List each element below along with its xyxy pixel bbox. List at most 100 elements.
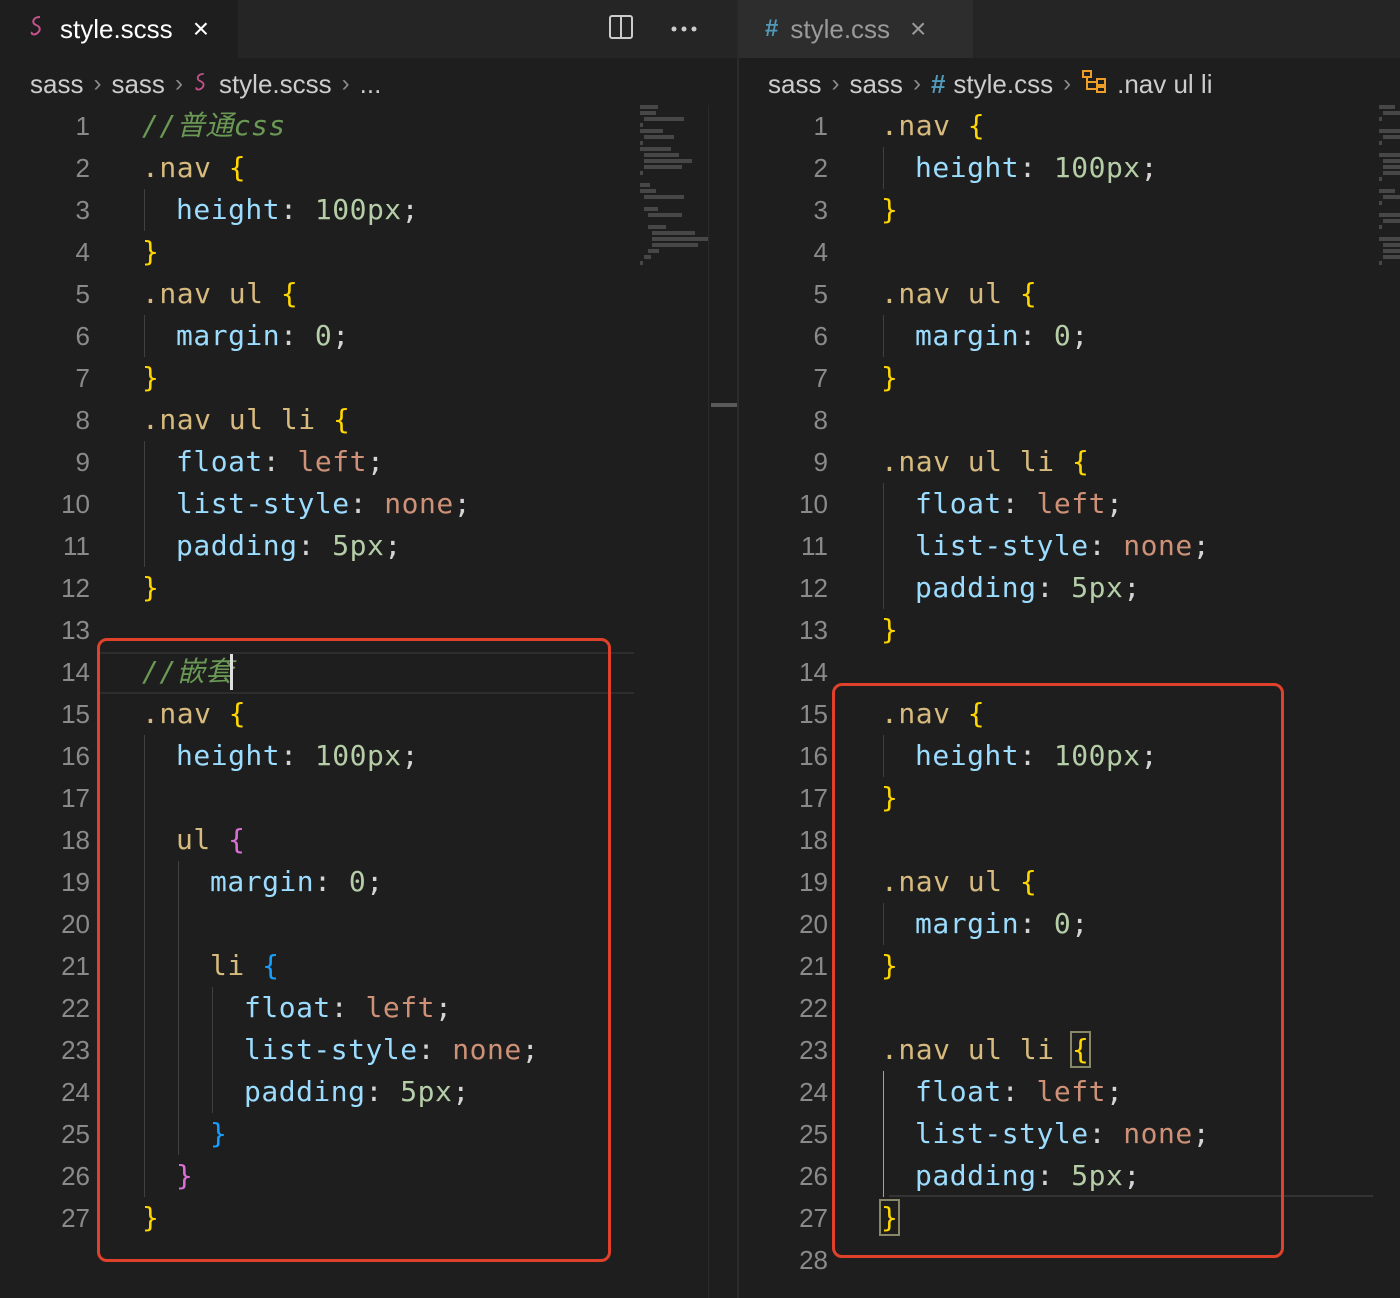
breadcrumb-item[interactable]: ...	[360, 69, 382, 100]
line-number: 23	[799, 1035, 828, 1065]
code-line[interactable]: 8 .nav ul li {	[0, 399, 737, 441]
line-number: 4	[813, 237, 828, 267]
scroll-thumb[interactable]	[711, 403, 737, 407]
minimap-line	[1379, 261, 1382, 265]
line-number: 8	[813, 405, 828, 435]
code-token: margin	[915, 319, 1020, 352]
line-number: 25	[61, 1119, 90, 1149]
minimap-line	[1379, 153, 1400, 157]
css-hash-icon: #	[765, 15, 779, 42]
code-token: 100px	[314, 193, 402, 226]
tab-label: style.css	[790, 13, 891, 44]
code-line[interactable]: 13}	[739, 609, 1400, 651]
code-token: ;	[401, 193, 420, 226]
code-line[interactable]: 2 .nav {	[0, 147, 737, 189]
tab-style-css[interactable]: # style.css ×	[739, 0, 973, 58]
code-line[interactable]: 6 margin: 0;	[739, 315, 1400, 357]
code-token: padding	[915, 571, 1037, 604]
highlight-box-compiled	[832, 683, 1284, 1258]
left-editor-pane: style.scss × sass › sass › style.scss › …	[0, 0, 737, 1298]
breadcrumb-item[interactable]: style.scss	[219, 69, 332, 100]
breadcrumb-item[interactable]: .nav ul li	[1117, 69, 1212, 100]
breadcrumb-item[interactable]: style.css	[953, 69, 1053, 100]
code-line[interactable]: 3}	[739, 189, 1400, 231]
code-token: height	[915, 151, 1020, 184]
code-text: height: 100px;	[915, 147, 1158, 189]
code-token: padding	[176, 529, 298, 562]
minimap-line	[1383, 171, 1400, 175]
line-number: 13	[61, 615, 90, 645]
minimap[interactable]	[640, 105, 709, 267]
line-number: 20	[799, 909, 828, 939]
close-icon[interactable]: ×	[910, 13, 926, 45]
code-token: }	[881, 613, 899, 646]
code-token: :	[1019, 151, 1054, 184]
minimap-line	[1379, 105, 1395, 109]
code-line[interactable]: 7}	[0, 357, 737, 399]
breadcrumb-item[interactable]: sass	[111, 69, 164, 100]
code-line[interactable]: 5 .nav ul {	[739, 273, 1400, 315]
more-actions-icon[interactable]	[670, 20, 698, 38]
line-number: 28	[799, 1245, 828, 1275]
code-line[interactable]: 1 //普通css	[0, 105, 737, 147]
line-number: 17	[61, 783, 90, 813]
minimap-line	[1383, 135, 1400, 139]
code-line[interactable]: 5 .nav ul {	[0, 273, 737, 315]
code-token: .nav ul	[142, 277, 281, 310]
code-token: }	[881, 361, 899, 394]
line-number: 24	[799, 1077, 828, 1107]
code-token: }	[881, 193, 899, 226]
minimap-line	[1379, 189, 1395, 193]
code-line[interactable]: 12}	[0, 567, 737, 609]
code-text: }	[881, 357, 898, 399]
code-line[interactable]: 11 list-style: none;	[739, 525, 1400, 567]
code-line[interactable]: 10 list-style: none;	[0, 483, 737, 525]
line-number: 26	[799, 1161, 828, 1191]
code-token: none	[384, 487, 454, 520]
minimap-line	[644, 117, 685, 121]
code-line[interactable]: 11 padding: 5px;	[0, 525, 737, 567]
split-editor-icon[interactable]	[608, 14, 634, 45]
code-token: {	[228, 151, 247, 184]
code-line[interactable]: 4}	[0, 231, 737, 273]
code-token: ;	[384, 529, 402, 562]
close-icon[interactable]: ×	[193, 13, 209, 45]
code-line[interactable]: 4	[739, 231, 1400, 273]
breadcrumb-item[interactable]: sass	[849, 69, 902, 100]
code-line[interactable]: 9 .nav ul li {	[739, 441, 1400, 483]
line-number: 19	[61, 867, 90, 897]
code-token: {	[1019, 277, 1038, 310]
minimap-line	[652, 243, 698, 247]
chevron-right-icon: ›	[912, 70, 921, 97]
symbol-structure-icon	[1081, 69, 1109, 100]
code-token: 0	[314, 319, 333, 352]
code-line[interactable]: 2 height: 100px;	[739, 147, 1400, 189]
line-number: 5	[75, 279, 90, 309]
code-line[interactable]: 7}	[739, 357, 1400, 399]
code-line[interactable]: 6 margin: 0;	[0, 315, 737, 357]
code-token: .nav ul li	[881, 445, 1072, 478]
code-line[interactable]: 1 .nav {	[739, 105, 1400, 147]
code-line[interactable]: 10 float: left;	[739, 483, 1400, 525]
line-number: 2	[813, 153, 828, 183]
line-number: 12	[61, 573, 90, 603]
breadcrumb-item[interactable]: sass	[30, 69, 83, 100]
line-number: 19	[799, 867, 828, 897]
vertical-scrollbar[interactable]	[708, 105, 737, 1298]
code-line[interactable]: 12 padding: 5px;	[739, 567, 1400, 609]
code-token: ;	[366, 445, 385, 478]
code-token: :	[280, 193, 315, 226]
code-line[interactable]: 3 height: 100px;	[0, 189, 737, 231]
minimap-line	[644, 255, 651, 259]
code-text: }	[881, 609, 898, 651]
chevron-right-icon: ›	[341, 70, 350, 97]
minimap-line	[1383, 159, 1400, 163]
code-line[interactable]: 9 float: left;	[0, 441, 737, 483]
minimap[interactable]	[1379, 105, 1400, 273]
code-text: margin: 0;	[176, 315, 350, 357]
code-token: {	[280, 277, 299, 310]
breadcrumb-item[interactable]: sass	[768, 69, 821, 100]
tab-style-scss[interactable]: style.scss ×	[0, 0, 238, 58]
minimap-line	[644, 153, 680, 157]
code-line[interactable]: 8	[739, 399, 1400, 441]
